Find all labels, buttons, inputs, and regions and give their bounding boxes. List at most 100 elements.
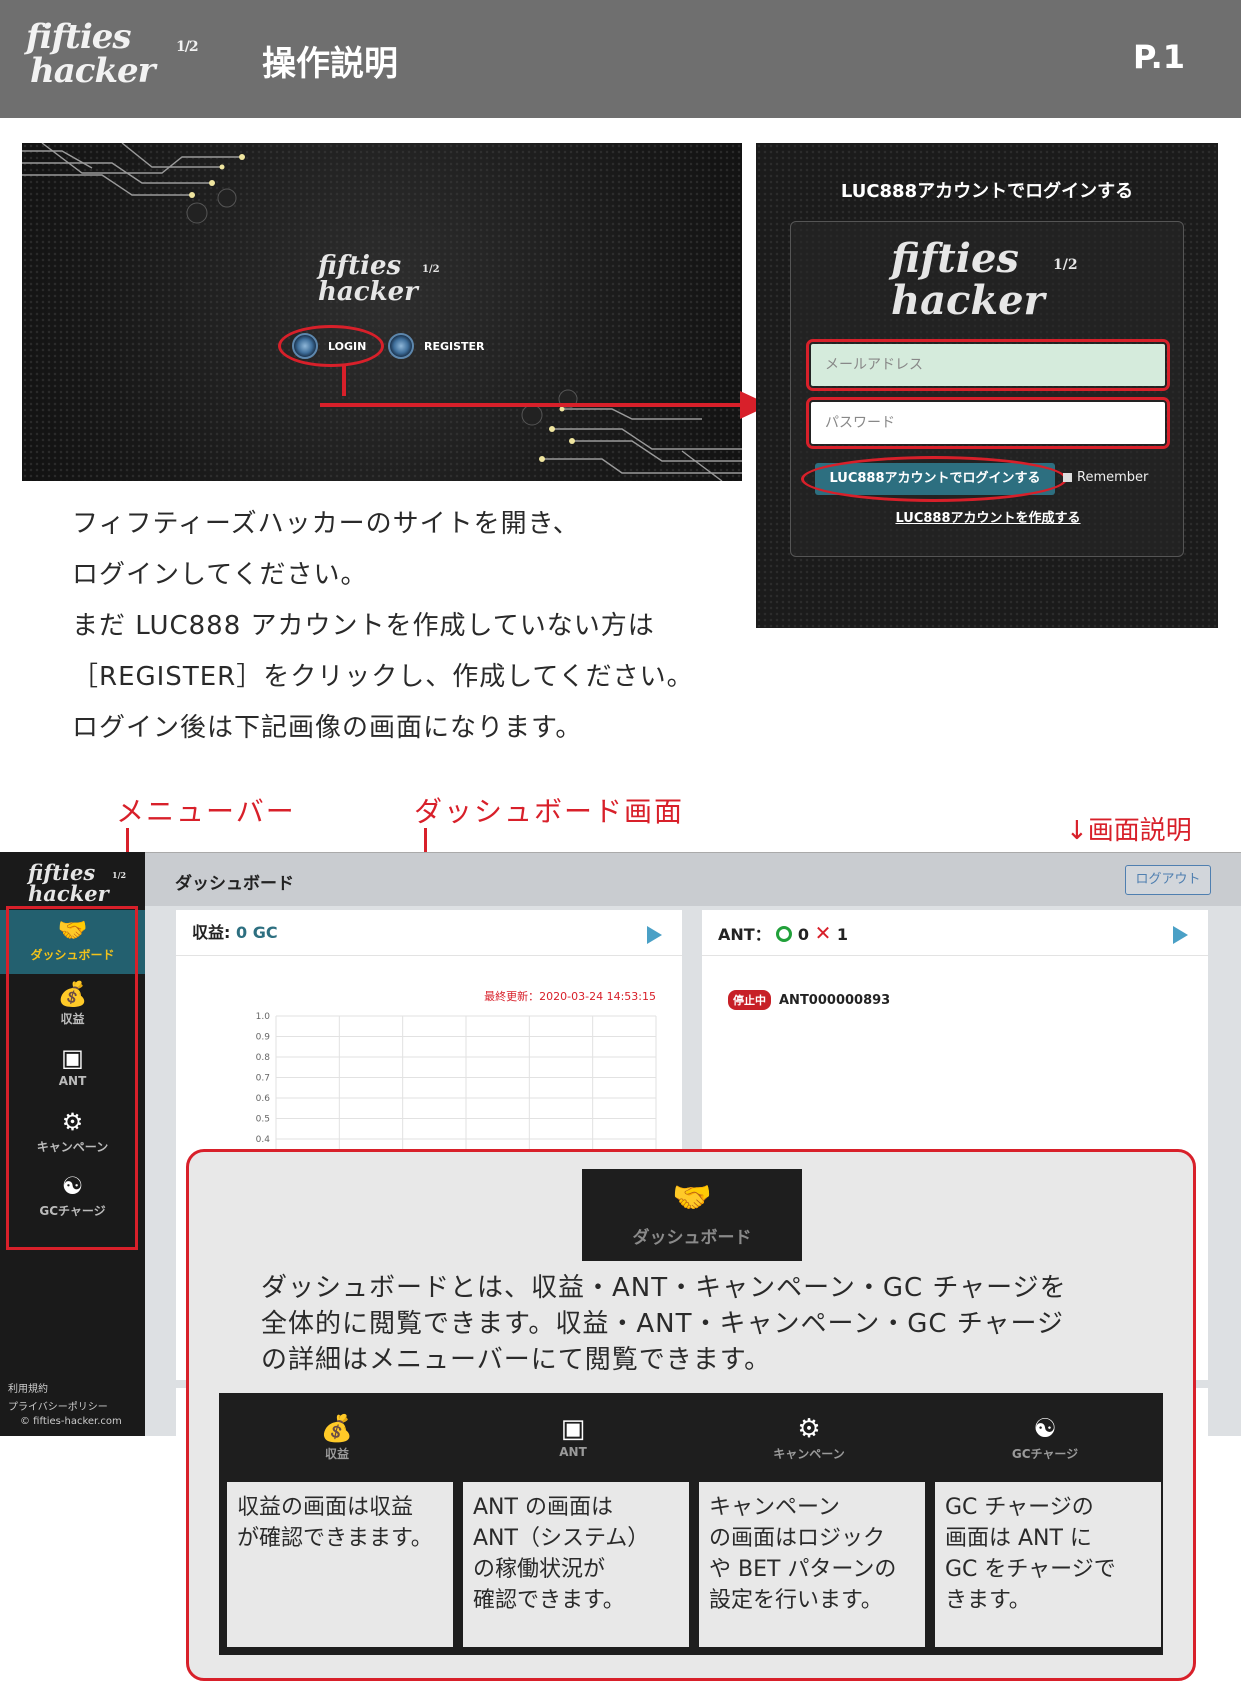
ant-card-header: ANT： 0 ✕ 1	[702, 910, 1208, 956]
instruction-line: ログインしてください。	[72, 560, 368, 590]
play-icon[interactable]	[1173, 926, 1188, 944]
copyright-text: © fifties-hacker.com	[20, 1416, 122, 1427]
feature-description: ANT の画面は ANT（システム） の稼働状況が 確認できます。	[463, 1482, 689, 1647]
feature-label: 収益	[324, 1447, 349, 1461]
login-logo: fifties 1/2 hacker	[891, 235, 1078, 324]
screen-explanation-label: ↓画面説明	[1066, 816, 1192, 846]
feature-line: が確認できまます。	[237, 1526, 433, 1551]
instruction-line: フィフティーズハッカーのサイトを開き、	[72, 509, 580, 539]
feature-line: 画面は ANT に	[945, 1526, 1092, 1551]
logo-line-2: hacker	[318, 277, 418, 307]
feature-line: 収益の画面は収益	[237, 1495, 414, 1520]
callout-connector-horizontal	[320, 403, 744, 407]
y-tick-label: 0.8	[256, 1053, 271, 1063]
feature-line: キャンペーン	[709, 1495, 840, 1520]
register-button[interactable]: REGISTER	[388, 333, 485, 359]
handshake-icon: 🤝	[672, 1178, 712, 1216]
instruction-line: ログイン後は下記画像の画面になります。	[72, 713, 583, 743]
feature-table: 💰 収益 収益の画面は収益 が確認できまます。 ▣ ANT ANT の画面は A…	[219, 1393, 1163, 1655]
landing-logo: fifties 1/2 hacker	[318, 253, 458, 305]
ant-ok-count: 0	[797, 925, 809, 944]
revenue-value: 0 GC	[235, 923, 278, 942]
circle-ok-icon	[776, 926, 793, 942]
feature-description: GC チャージの 画面は ANT に GC をチャージで きます。	[935, 1482, 1161, 1647]
y-tick-label: 0.9	[256, 1033, 271, 1043]
dashboard-badge-label: ダッシュボード	[632, 1228, 752, 1248]
feature-gc-charge: ☯ GCチャージ GC チャージの 画面は ANT に GC をチャージで きま…	[927, 1393, 1163, 1655]
dashboard-screen-label: ダッシュボード画面	[414, 795, 685, 828]
feature-line: GC をチャージで	[945, 1557, 1116, 1582]
feature-campaign: ⚙ キャンペーン キャンペーン の画面はロジック や BET パターンの 設定を…	[691, 1393, 927, 1655]
email-field[interactable]: メールアドレス	[806, 339, 1170, 391]
feature-label: キャンペーン	[773, 1447, 845, 1461]
ant-label: ANT：	[718, 925, 771, 944]
revenue-card-header: 収益: 0 GC	[176, 910, 682, 956]
last-updated: 最終更新：2020-03-24 14:53:15	[484, 990, 656, 1003]
feature-line: や BET パターンの	[709, 1557, 897, 1582]
login-highlight-circle	[278, 325, 384, 367]
ant-id: ANT000000893	[779, 992, 891, 1008]
register-button-label: REGISTER	[424, 339, 485, 353]
remember-checkbox[interactable]: Remember	[1063, 470, 1148, 485]
revenue-label: 収益:	[192, 923, 231, 942]
explanation-line: 全体的に閲覧できます。収益・ANT・キャンペーン・GC チャージ	[261, 1309, 1065, 1339]
explanation-line: ダッシュボードとは、収益・ANT・キャンペーン・GC チャージを	[261, 1273, 1067, 1303]
explanation-panel: 🤝 ダッシュボード ダッシュボードとは、収益・ANT・キャンペーン・GC チャー…	[186, 1149, 1196, 1681]
logo-line-2: hacker	[28, 881, 109, 906]
money-bag-icon: 💰	[320, 1414, 354, 1444]
logo-half-mark: 1/2	[422, 264, 440, 275]
logo-half-mark: 1/2	[112, 870, 127, 880]
y-tick-label: 0.5	[256, 1115, 270, 1125]
play-icon[interactable]	[647, 926, 662, 944]
gear-icon	[388, 333, 414, 359]
feature-revenue: 💰 収益 収益の画面は収益 が確認できまます。	[219, 1393, 455, 1655]
logout-button[interactable]: ログアウト	[1125, 865, 1211, 895]
feature-line: GC チャージの	[945, 1495, 1094, 1520]
y-tick-label: 1.0	[256, 1012, 271, 1022]
create-account-link[interactable]: LUC888アカウントを作成する	[791, 507, 1185, 526]
feature-header: ▣ ANT	[455, 1393, 691, 1481]
status-badge: 停止中	[728, 990, 771, 1010]
privacy-policy-link[interactable]: プライバシーポリシー	[8, 1398, 108, 1413]
feature-header: 💰 収益	[219, 1393, 455, 1481]
instruction-line: まだ LUC888 アカウントを作成していない方は	[72, 611, 655, 641]
ant-ng-count: 1	[836, 925, 849, 944]
y-tick-label: 0.4	[256, 1135, 271, 1145]
password-field[interactable]: パスワード	[806, 397, 1170, 449]
page-header: fifties 1/2 hacker 操作説明 P.1	[0, 0, 1241, 118]
dashboard-badge: 🤝 ダッシュボード	[582, 1169, 802, 1261]
callout-connector-vertical	[342, 366, 346, 396]
fifties-hacker-logo: fifties 1/2 hacker	[26, 20, 206, 96]
head-gear-icon: ⚙	[797, 1414, 821, 1444]
feature-description: 収益の画面は収益 が確認できまます。	[227, 1482, 453, 1647]
explanation-line: の詳細はメニューバーにて閲覧できます。	[261, 1345, 772, 1375]
feature-label: GCチャージ	[1011, 1447, 1079, 1461]
dashboard-title: ダッシュボード	[175, 874, 294, 894]
logo-half-mark: 1/2	[1053, 257, 1078, 273]
feature-label: ANT	[559, 1445, 587, 1459]
landing-screenshot: fifties 1/2 hacker LOGIN REGISTER	[22, 143, 742, 481]
logo-line-1: fifties	[891, 235, 1019, 282]
y-tick-label: 0.6	[256, 1094, 271, 1104]
y-tick-label: 0.7	[256, 1074, 270, 1084]
terms-link[interactable]: 利用規約	[8, 1380, 48, 1395]
login-button-highlight-circle	[801, 456, 1067, 502]
logo-line-2: hacker	[891, 277, 1045, 324]
feature-line: ANT（システム）	[473, 1526, 650, 1551]
feature-ant: ▣ ANT ANT の画面は ANT（システム） の稼働状況が 確認できます。	[455, 1393, 691, 1655]
menu-bar-highlight-frame	[6, 906, 138, 1250]
ant-status-row: 停止中 ANT000000893	[728, 990, 890, 1010]
feature-line: 確認できます。	[473, 1588, 625, 1613]
login-heading: LUC888アカウントでログインする	[840, 181, 1134, 202]
circuit-decoration-top-left	[22, 143, 245, 224]
feature-line: 設定を行います。	[709, 1588, 883, 1613]
page-title: 操作説明	[262, 44, 398, 84]
remember-label: Remember	[1077, 470, 1149, 485]
feature-line: ANT の画面は	[473, 1495, 613, 1520]
feature-line: きます。	[945, 1588, 1031, 1613]
instruction-text: フィフティーズハッカーのサイトを開き、 ログインしてください。 まだ LUC88…	[72, 499, 694, 754]
sidebar: fifties 1/2 hacker 🤝 ダッシュボード 💰 収益 ▣ ANT …	[0, 852, 145, 1436]
dashboard-explanation: ダッシュボードとは、収益・ANT・キャンペーン・GC チャージを 全体的に閲覧で…	[261, 1270, 1161, 1378]
login-form-screenshot: LUC888アカウントでログインする fifties 1/2 hacker メー…	[756, 143, 1218, 628]
feature-description: キャンペーン の画面はロジック や BET パターンの 設定を行います。	[699, 1482, 925, 1647]
